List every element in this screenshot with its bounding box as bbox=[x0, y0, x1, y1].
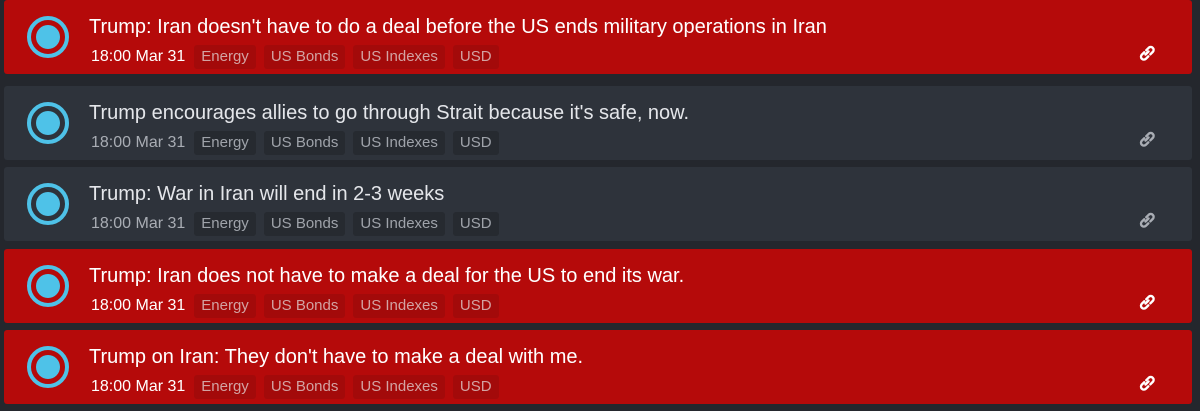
tag-us-bonds[interactable]: US Bonds bbox=[263, 131, 346, 155]
tag-usd[interactable]: USD bbox=[452, 45, 499, 69]
tag-us-indexes[interactable]: US Indexes bbox=[353, 294, 445, 318]
item-meta: 18:00 Mar 31 Energy US Bonds US Indexes … bbox=[89, 45, 507, 69]
timestamp: 18:00 Mar 31 bbox=[91, 378, 186, 395]
tag-us-indexes[interactable]: US Indexes bbox=[353, 131, 445, 155]
circle-bullet-icon bbox=[27, 183, 69, 225]
link-icon[interactable] bbox=[1136, 42, 1158, 64]
link-icon[interactable] bbox=[1136, 291, 1158, 313]
item-meta: 18:00 Mar 31 Energy US Bonds US Indexes … bbox=[89, 131, 507, 155]
tag-energy[interactable]: Energy bbox=[194, 45, 256, 69]
tag-us-indexes[interactable]: US Indexes bbox=[353, 212, 445, 236]
link-icon[interactable] bbox=[1136, 209, 1158, 231]
news-item[interactable]: Trump: Iran doesn't have to do a deal be… bbox=[4, 0, 1192, 74]
link-icon[interactable] bbox=[1136, 128, 1158, 150]
tag-us-bonds[interactable]: US Bonds bbox=[263, 45, 346, 69]
tag-us-indexes[interactable]: US Indexes bbox=[353, 375, 445, 399]
timestamp: 18:00 Mar 31 bbox=[91, 48, 186, 65]
tag-energy[interactable]: Energy bbox=[194, 131, 256, 155]
news-item[interactable]: Trump on Iran: They don't have to make a… bbox=[4, 330, 1192, 404]
circle-bullet-icon bbox=[27, 346, 69, 388]
tag-us-bonds[interactable]: US Bonds bbox=[263, 212, 346, 236]
timestamp: 18:00 Mar 31 bbox=[91, 134, 186, 151]
tag-us-bonds[interactable]: US Bonds bbox=[263, 294, 346, 318]
circle-bullet-icon bbox=[27, 16, 69, 58]
item-meta: 18:00 Mar 31 Energy US Bonds US Indexes … bbox=[89, 375, 507, 399]
tag-energy[interactable]: Energy bbox=[194, 212, 256, 236]
news-item[interactable]: Trump: Iran does not have to make a deal… bbox=[4, 249, 1192, 323]
tag-usd[interactable]: USD bbox=[452, 131, 499, 155]
circle-bullet-icon bbox=[27, 102, 69, 144]
headline[interactable]: Trump encourages allies to go through St… bbox=[89, 101, 689, 125]
link-icon[interactable] bbox=[1136, 372, 1158, 394]
news-feed: Trump: Iran doesn't have to do a deal be… bbox=[0, 0, 1200, 411]
timestamp: 18:00 Mar 31 bbox=[91, 215, 186, 232]
circle-bullet-icon bbox=[27, 265, 69, 307]
tag-us-bonds[interactable]: US Bonds bbox=[263, 375, 346, 399]
headline[interactable]: Trump on Iran: They don't have to make a… bbox=[89, 345, 583, 369]
timestamp: 18:00 Mar 31 bbox=[91, 297, 186, 314]
tag-usd[interactable]: USD bbox=[452, 212, 499, 236]
tag-us-indexes[interactable]: US Indexes bbox=[353, 45, 445, 69]
tag-usd[interactable]: USD bbox=[452, 375, 499, 399]
news-item[interactable]: Trump: War in Iran will end in 2-3 weeks… bbox=[4, 167, 1192, 241]
tag-energy[interactable]: Energy bbox=[194, 375, 256, 399]
tag-usd[interactable]: USD bbox=[452, 294, 499, 318]
headline[interactable]: Trump: Iran doesn't have to do a deal be… bbox=[89, 15, 827, 39]
item-meta: 18:00 Mar 31 Energy US Bonds US Indexes … bbox=[89, 294, 507, 318]
item-meta: 18:00 Mar 31 Energy US Bonds US Indexes … bbox=[89, 212, 507, 236]
news-item[interactable]: Trump encourages allies to go through St… bbox=[4, 86, 1192, 160]
tag-energy[interactable]: Energy bbox=[194, 294, 256, 318]
headline[interactable]: Trump: War in Iran will end in 2-3 weeks bbox=[89, 182, 444, 206]
headline[interactable]: Trump: Iran does not have to make a deal… bbox=[89, 264, 684, 288]
